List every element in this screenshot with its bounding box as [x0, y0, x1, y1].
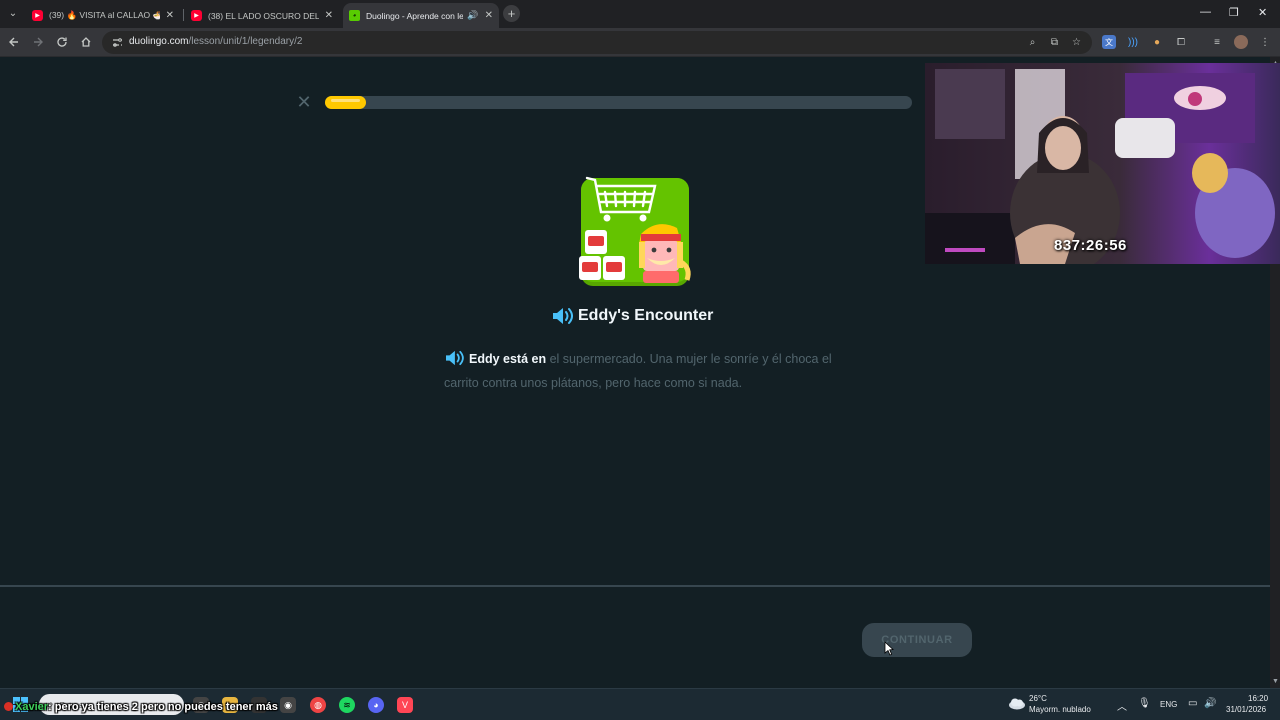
extensions-puzzle-icon[interactable]: ⧠ [1174, 35, 1188, 49]
audio-playing-icon[interactable]: 🔊 [467, 10, 478, 21]
close-tab-icon[interactable]: ✕ [485, 10, 493, 21]
discord-icon[interactable]: ◕ [368, 697, 384, 713]
tab-title: (39) 🔥 VISITA al CALLAO 🍜 y [49, 10, 160, 20]
youtube-icon: ▶ [191, 10, 202, 21]
cloudy-weather-icon[interactable] [1008, 697, 1026, 710]
clock-time[interactable]: 16:20 [1248, 694, 1268, 703]
story-title: Eddy's Encounter [578, 307, 714, 324]
translate-extension-icon[interactable]: 文 [1102, 35, 1116, 49]
install-app-icon[interactable]: ⧉ [1048, 36, 1061, 49]
url-path: /lesson/unit/1/legendary/2 [188, 36, 303, 47]
tab-title: (38) EL LADO OSCURO DEL TRA [208, 10, 319, 21]
restore-icon[interactable]: ❐ [1229, 6, 1239, 19]
close-tab-icon[interactable]: ✕ [325, 10, 333, 21]
audio-extension-icon[interactable]: ))) [1126, 35, 1140, 49]
close-lesson-icon[interactable]: ✕ [296, 93, 312, 111]
story-cover-illustration [579, 176, 691, 286]
profile-avatar[interactable] [1234, 35, 1248, 49]
new-tab-button[interactable]: + [503, 5, 520, 22]
browser-toolbar: duolingo.com/lesson/unit/1/legendary/2 ⌕… [0, 28, 1280, 57]
tab-lado-oscuro[interactable]: ▶ (38) EL LADO OSCURO DEL TRA ✕ [185, 3, 339, 28]
back-button[interactable] [6, 34, 22, 50]
show-hidden-icons-chevron-icon[interactable]: ︿ [1117, 698, 1127, 713]
lesson-progress-bar [325, 96, 912, 109]
close-tab-icon[interactable]: ✕ [166, 10, 174, 21]
lesson-progress-fill [325, 96, 367, 109]
speaker-icon[interactable] [444, 350, 464, 366]
tab-divider [183, 9, 184, 21]
forward-button[interactable] [30, 34, 46, 50]
chat-text: pero ya tienes 2 pero no puedes tener má… [54, 701, 278, 713]
tab-title: Duolingo - Aprende con le [366, 10, 464, 21]
site-info-icon[interactable] [112, 37, 123, 48]
weather-description[interactable]: Mayorm. nublado [1029, 705, 1091, 714]
footer-divider [0, 585, 1270, 587]
valorant-icon[interactable]: V [397, 697, 413, 713]
extension-icon[interactable]: ● [1150, 35, 1164, 49]
chat-badge-icon [4, 702, 13, 711]
tab-visita-callao[interactable]: ▶ (39) 🔥 VISITA al CALLAO 🍜 y ✕ [26, 3, 180, 28]
story-line-spoken[interactable]: Eddy está en [469, 352, 546, 366]
youtube-icon: ▶ [32, 10, 43, 21]
chat-separator: : [48, 701, 55, 713]
spotify-icon[interactable]: ≋ [339, 697, 355, 713]
network-icon[interactable]: ▭ [1188, 698, 1197, 709]
window-close-icon[interactable]: ✕ [1258, 6, 1267, 19]
browser-menu-icon[interactable]: ⋮ [1258, 35, 1272, 49]
reload-button[interactable] [54, 34, 70, 50]
volume-icon[interactable]: 🔊 [1204, 698, 1216, 709]
continue-button[interactable]: CONTINUAR [862, 623, 972, 657]
minimize-icon[interactable]: — [1200, 6, 1211, 18]
weather-temperature[interactable]: 26°C [1029, 694, 1047, 703]
browser-tab-strip: ⌄ ▶ (39) 🔥 VISITA al CALLAO 🍜 y ✕ ▶ (38)… [0, 0, 1280, 28]
url-host: duolingo.com [129, 36, 189, 47]
streamer-webcam-overlay [925, 63, 1280, 264]
home-button[interactable] [78, 34, 94, 50]
microphone-icon[interactable]: 🎙 [1138, 698, 1151, 709]
scroll-down-arrow-icon[interactable]: ▼ [1272, 678, 1279, 685]
story-title-row: Eddy's Encounter [551, 305, 713, 327]
speaker-icon[interactable] [551, 307, 573, 325]
address-bar[interactable]: duolingo.com/lesson/unit/1/legendary/2 ⌕… [102, 31, 1092, 54]
duolingo-icon: ◕ [349, 10, 360, 21]
tab-search-chevron-icon[interactable]: ⌄ [4, 4, 22, 22]
media-controls-icon[interactable]: ≡ [1210, 35, 1224, 49]
mouse-cursor-icon [884, 641, 894, 656]
zoom-icon[interactable]: ⌕ [1026, 36, 1039, 49]
bookmark-star-icon[interactable]: ☆ [1070, 36, 1083, 49]
chat-username: Xavier [15, 701, 49, 713]
input-language[interactable]: ENG [1160, 700, 1177, 709]
url-text[interactable]: duolingo.com/lesson/unit/1/legendary/2 [129, 36, 302, 47]
stream-chat-message: Xavier: pero ya tienes 2 pero no puedes … [4, 701, 278, 713]
tab-duolingo[interactable]: ◕ Duolingo - Aprende con le 🔊 ✕ [343, 3, 499, 28]
stream-timer: 837:26:56 [1054, 237, 1127, 254]
story-narration: Eddy está en el supermercado. Una mujer … [444, 347, 854, 395]
clock-date[interactable]: 31/01/2026 [1226, 705, 1266, 714]
obs-icon[interactable]: ◉ [280, 697, 296, 713]
chrome-icon[interactable]: ◍ [310, 697, 326, 713]
